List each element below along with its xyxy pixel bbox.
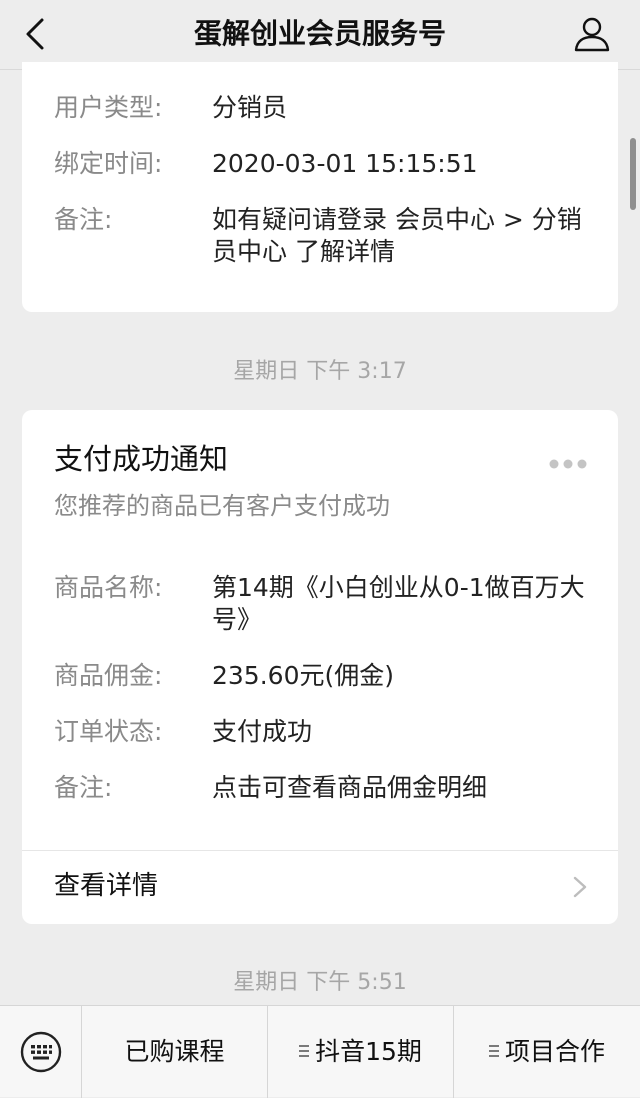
row-label: 商品佣金:: [54, 661, 163, 690]
row-value: 分销员: [212, 93, 288, 122]
menu-item-purchased-courses[interactable]: 已购课程: [82, 1006, 268, 1098]
keyboard-icon: [20, 1031, 62, 1073]
menu-item-cooperation[interactable]: 项目合作: [454, 1006, 640, 1098]
chevron-right-icon: [573, 876, 587, 898]
page-title: 蛋解创业会员服务号: [193, 17, 446, 50]
message-card-payment[interactable]: 支付成功通知 您推荐的商品已有客户支付成功 商品名称: 第14期《小白创业从0-…: [22, 410, 618, 924]
row-label: 绑定时间:: [54, 149, 163, 178]
card-subtitle: 您推荐的商品已有客户支付成功: [54, 492, 390, 520]
row-label: 用户类型:: [54, 93, 163, 122]
menu-item-label: 已购课程: [124, 1037, 225, 1066]
menu-item-label: 抖音15期: [315, 1037, 422, 1066]
menu-item-label: 项目合作: [504, 1037, 605, 1066]
row-label: 订单状态:: [54, 717, 163, 746]
row-label: 备注:: [54, 205, 113, 234]
row-value: 2020-03-01 15:15:51: [212, 149, 478, 178]
person-icon: [574, 17, 610, 52]
message-timestamp: 星期日 下午 3:17: [233, 359, 407, 384]
profile-button[interactable]: [572, 14, 612, 54]
row-label: 备注:: [54, 773, 113, 802]
submenu-icon: [299, 1045, 310, 1057]
row-value: 235.60元(佣金): [212, 661, 394, 690]
bottom-menu-bar: 已购课程 抖音15期 项目合作: [0, 1005, 640, 1098]
row-value: 如有疑问请登录 会员中心 > 分销员中心 了解详情: [212, 205, 582, 266]
more-dots-icon[interactable]: [548, 458, 588, 470]
message-card-distributor[interactable]: 用户类型: 分销员 绑定时间: 2020-03-01 15:15:51 备注: …: [22, 62, 618, 312]
view-detail-link[interactable]: 查看详情: [22, 851, 618, 923]
row-value: 支付成功: [212, 717, 313, 746]
row-value: 第14期《小白创业从0-1做百万大号》: [212, 573, 585, 634]
scrollbar-thumb[interactable]: [630, 138, 636, 210]
row-value: 点击可查看商品佣金明细: [212, 773, 488, 802]
menu-item-douyin[interactable]: 抖音15期: [268, 1006, 454, 1098]
view-detail-label: 查看详情: [54, 871, 159, 901]
message-timestamp: 星期日 下午 5:51: [233, 970, 407, 995]
row-label: 商品名称:: [54, 573, 163, 602]
nav-header: 蛋解创业会员服务号: [0, 0, 640, 70]
keyboard-toggle-button[interactable]: [0, 1006, 82, 1098]
submenu-icon: [488, 1045, 499, 1057]
card-title: 支付成功通知: [54, 442, 229, 476]
